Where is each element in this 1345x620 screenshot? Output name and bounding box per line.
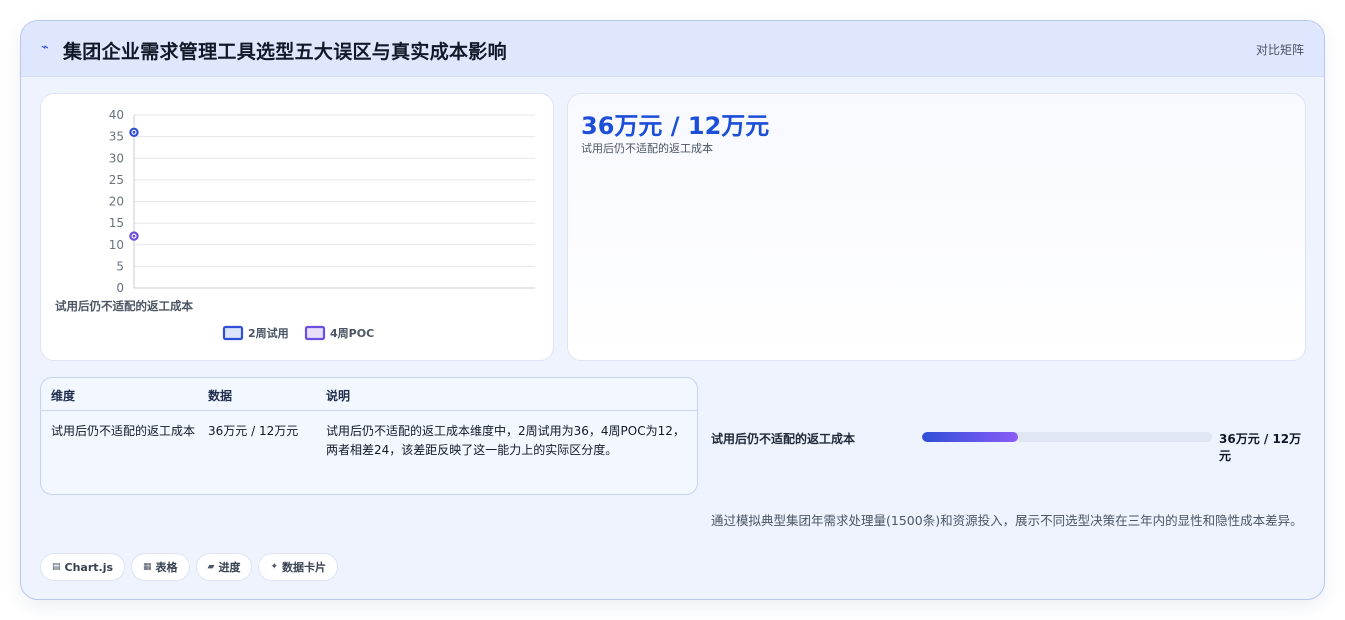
progress-value: 36万元 / 12万元 — [1219, 432, 1302, 463]
progress-fill — [922, 432, 1018, 442]
chip-chartjs[interactable]: ▤ Chart.js — [40, 553, 126, 581]
sparkle-icon: ✦ — [270, 562, 279, 572]
data-point-core — [132, 130, 136, 134]
table-header-data: 数据 — [208, 389, 233, 403]
panel-header: ⌁ 集团企业需求管理工具选型五大误区与真实成本影响 对比矩阵 — [21, 21, 1324, 77]
stat-label: 试用后仍不适配的返工成本 — [581, 142, 713, 155]
y-tick-label: 30 — [109, 151, 124, 165]
progress-track — [922, 432, 1212, 442]
stat-value: 36万元 / 12万元 — [581, 112, 770, 140]
chip-data-card[interactable]: ✦ 数据卡片 — [258, 553, 339, 581]
table-icon: ▦ — [143, 562, 152, 572]
y-tick-label: 20 — [109, 195, 124, 209]
table-header-description: 说明 — [326, 389, 351, 403]
y-tick-label: 40 — [109, 108, 124, 122]
chart-grid — [133, 114, 535, 289]
legend-label[interactable]: 4周POC — [330, 327, 374, 340]
y-tick-label: 10 — [109, 238, 124, 252]
y-tick-label: 0 — [116, 281, 124, 295]
x-axis-categories: 试用后仍不适配的返工成本 — [55, 299, 193, 313]
legend-swatch[interactable] — [222, 325, 244, 341]
page-title: 集团企业需求管理工具选型五大误区与真实成本影响 — [63, 41, 507, 63]
chip-label: 进度 — [218, 561, 241, 574]
chart-icon: ▤ — [52, 562, 61, 572]
chip-label: 数据卡片 — [282, 561, 327, 574]
progress-icon: ▰ — [207, 562, 215, 572]
data-point-core — [132, 234, 136, 238]
y-tick-label: 15 — [109, 216, 124, 230]
table-cell-description: 试用后仍不适配的返工成本维度中，2周试用为36，4周POC为12，两者相差24，… — [326, 424, 685, 457]
table-cell-dimension: 试用后仍不适配的返工成本 — [51, 424, 196, 438]
feature-chips: ▤ Chart.js ▦ 表格 ▰ 进度 ✦ 数据卡片 — [40, 553, 344, 581]
y-tick-label: 5 — [116, 259, 124, 273]
progress-row: 试用后仍不适配的返工成本 36万元 / 12万元 — [711, 427, 1311, 463]
progress-label: 试用后仍不适配的返工成本 — [711, 432, 856, 446]
chart-card: 0 5 10 15 20 25 30 35 40 试用后仍不适配的返工成本 2周试用 4周POC — [40, 93, 554, 361]
chip-progress[interactable]: ▰ 进度 — [195, 553, 253, 581]
chip-label: Chart.js — [64, 560, 114, 574]
chip-table[interactable]: ▦ 表格 — [131, 553, 190, 581]
legend-label[interactable]: 2周试用 — [248, 326, 289, 340]
description-note: 通过模拟典型集团年需求处理量(1500条)和资源投入，展示不同选型决策在三年内的… — [711, 513, 1303, 528]
y-tick-label: 35 — [109, 130, 124, 144]
legend-swatch[interactable] — [304, 325, 326, 341]
stat-card: 36万元 / 12万元 试用后仍不适配的返工成本 — [567, 93, 1306, 361]
table-header-dimension: 维度 — [51, 389, 76, 403]
trend-icon: ⌁ — [41, 40, 49, 55]
table-header: 维度 数据 说明 — [41, 378, 697, 411]
main-panel: ⌁ 集团企业需求管理工具选型五大误区与真实成本影响 对比矩阵 0 5 10 15 20 2… — [20, 20, 1325, 600]
data-table: 维度 数据 说明 试用后仍不适配的返工成本 36万元 / 12万元 试用后仍不适… — [40, 377, 698, 495]
line-chart: 0 5 10 15 20 25 30 35 40 试用后仍不适配的返工成本 2周试用 4周POC — [55, 108, 535, 341]
y-axis-ticks: 0 5 10 15 20 25 30 35 40 — [109, 108, 124, 295]
y-tick-label: 25 — [109, 173, 124, 187]
x-category-label: 试用后仍不适配的返工成本 — [55, 299, 193, 313]
chart-legend[interactable]: 2周试用 4周POC — [222, 325, 374, 341]
table-cell-data: 36万元 / 12万元 — [208, 424, 299, 438]
view-mode-label[interactable]: 对比矩阵 — [1256, 41, 1304, 58]
chip-label: 表格 — [155, 561, 178, 574]
